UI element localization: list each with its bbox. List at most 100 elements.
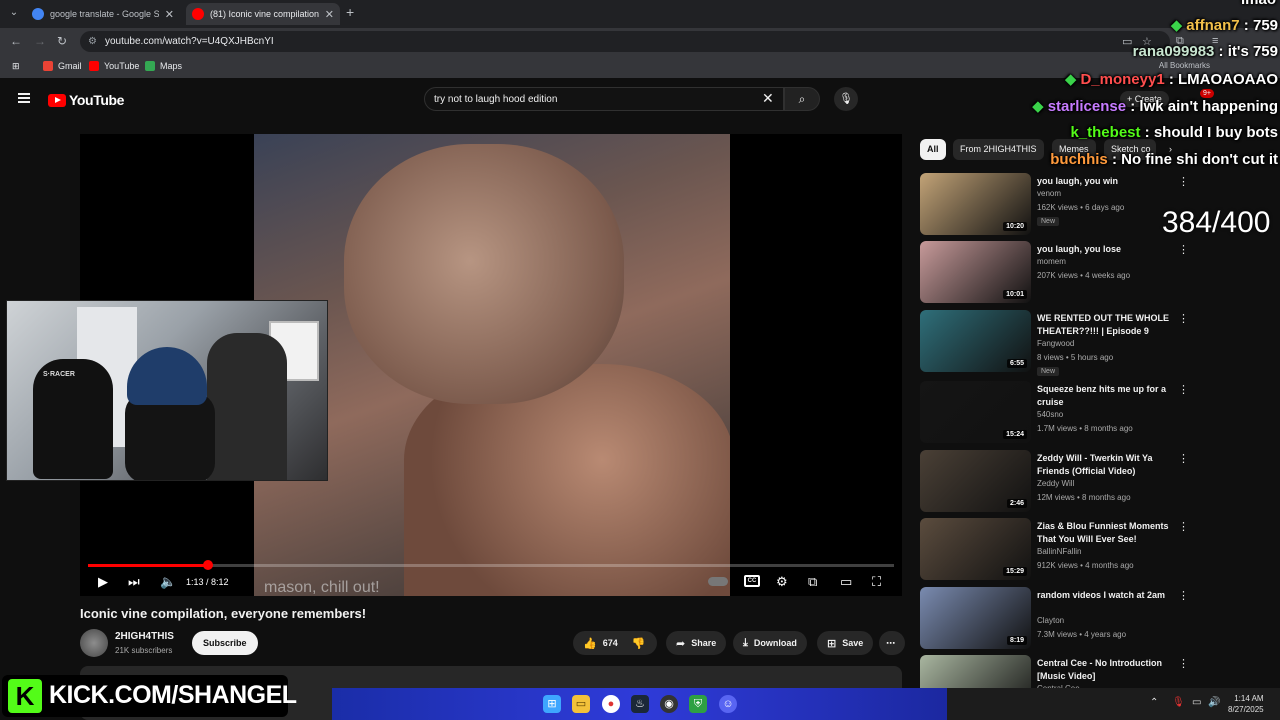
apps-icon[interactable]: ⊞: [12, 61, 20, 72]
youtube-play-icon: [48, 93, 66, 107]
video-thumbnail[interactable]: 15:24: [920, 381, 1031, 443]
save-button[interactable]: ⊞ Save: [817, 631, 874, 655]
recommended-video-title[interactable]: Zeddy Will - Twerkin Wit Ya Friends (Off…: [1037, 452, 1175, 478]
obs-icon[interactable]: ◉: [660, 695, 678, 713]
video-thumbnail[interactable]: 6:55: [920, 310, 1031, 372]
more-options-icon[interactable]: ⋮: [1178, 589, 1189, 602]
bookmark-label: Maps: [160, 61, 183, 71]
chat-message: ◆ affnan7 : 759: [1171, 16, 1278, 34]
clear-search-icon[interactable]: ✕: [762, 90, 774, 107]
subscriber-count: 21K subscribers: [115, 646, 173, 655]
speaker-icon[interactable]: 🔊: [1208, 697, 1220, 708]
channel-avatar[interactable]: [80, 629, 108, 657]
miniplayer-icon[interactable]: ⧉: [808, 574, 817, 590]
like-icon[interactable]: 👍: [583, 637, 597, 650]
more-options-icon[interactable]: ⋮: [1178, 243, 1189, 256]
tray-chevron-icon[interactable]: ⌃: [1150, 697, 1158, 708]
back-icon[interactable]: ←: [10, 34, 22, 48]
site-info-icon[interactable]: ⚙: [88, 36, 97, 47]
video-thumbnail[interactable]: 10:01: [920, 241, 1031, 303]
menu-icon[interactable]: [18, 93, 30, 103]
recommended-video-channel[interactable]: venom: [1037, 189, 1061, 198]
recommended-video-title[interactable]: you laugh, you win: [1037, 175, 1175, 188]
download-button[interactable]: ⤓ Download: [733, 631, 807, 655]
dislike-icon[interactable]: 👎: [632, 637, 646, 650]
recommended-video-title[interactable]: Zias & Blou Funniest Moments That You Wi…: [1037, 520, 1175, 546]
new-tab-icon[interactable]: +: [346, 4, 354, 20]
recommended-video-channel[interactable]: BallinNFallin: [1037, 547, 1081, 556]
recommended-video-title[interactable]: Squeeze benz hits me up for a cruise: [1037, 383, 1175, 409]
play-icon[interactable]: ▶: [98, 574, 108, 590]
network-icon[interactable]: ▭: [1192, 697, 1201, 708]
windows-start-icon[interactable]: ⊞: [543, 695, 561, 713]
recommended-video-title[interactable]: random videos I watch at 2am: [1037, 589, 1175, 602]
share-button[interactable]: ➦ Share: [666, 631, 727, 655]
close-tab-icon[interactable]: ✕: [165, 8, 174, 21]
settings-icon[interactable]: ⚙: [776, 574, 788, 590]
fullscreen-icon[interactable]: ⛶: [872, 574, 881, 590]
volume-icon[interactable]: 🔈: [160, 574, 176, 590]
autoplay-toggle[interactable]: [708, 577, 728, 586]
address-bar[interactable]: ⚙ youtube.com/watch?v=U4QXJHBcnYI: [80, 31, 1170, 52]
youtube-logo[interactable]: YouTube: [48, 92, 124, 108]
more-options-icon[interactable]: ⋮: [1178, 312, 1189, 325]
tab-search-icon[interactable]: ⌄: [6, 5, 22, 21]
microphone-icon[interactable]: 🎙: [1172, 697, 1185, 708]
recommended-video[interactable]: 15:29 Zias & Blou Funniest Moments That Y…: [920, 518, 1190, 582]
goal-counter: 384/400: [1162, 206, 1271, 239]
chip-all[interactable]: All: [920, 139, 946, 160]
progress-bar[interactable]: [88, 560, 894, 570]
video-thumbnail[interactable]: 2:46: [920, 450, 1031, 512]
close-tab-icon[interactable]: ✕: [325, 8, 334, 21]
progress-scrubber[interactable]: [203, 560, 214, 570]
chrome-icon[interactable]: ●: [602, 695, 620, 713]
channel-name[interactable]: 2HIGH4THIS: [115, 631, 174, 642]
more-options-icon[interactable]: ⋮: [1178, 452, 1189, 465]
video-thumbnail[interactable]: 10:20: [920, 173, 1031, 235]
recommended-video[interactable]: 15:24 Squeeze benz hits me up for a cruis…: [920, 381, 1190, 445]
theater-mode-icon[interactable]: ▭: [840, 574, 852, 590]
more-options-icon[interactable]: ⋮: [1178, 383, 1189, 396]
more-options-icon[interactable]: ⋮: [1178, 657, 1189, 670]
system-clock[interactable]: 1:14 AM 8/27/2025: [1228, 693, 1264, 715]
more-actions-icon[interactable]: ⋯: [879, 631, 905, 655]
recommended-video[interactable]: 6:55 WE RENTED OUT THE WHOLE THEATER??!!!…: [920, 310, 1190, 376]
bookmark-maps[interactable]: Maps: [145, 61, 182, 71]
recommended-video-channel[interactable]: Fangwood: [1037, 339, 1074, 348]
captions-icon[interactable]: CC: [744, 575, 760, 587]
forward-icon[interactable]: →: [34, 34, 46, 48]
chat-username: rana099983: [1132, 43, 1215, 60]
recommended-video-title[interactable]: Central Cee - No Introduction [Music Vid…: [1037, 657, 1175, 683]
video-thumbnail[interactable]: 8:19: [920, 587, 1031, 649]
recommended-video-title[interactable]: you laugh, you lose: [1037, 243, 1175, 256]
next-icon[interactable]: ⏭: [128, 574, 140, 590]
search-input[interactable]: try not to laugh hood edition: [424, 87, 784, 111]
file-explorer-icon[interactable]: ▭: [572, 695, 590, 713]
search-button[interactable]: ⌕: [784, 87, 820, 111]
recommended-video[interactable]: 8:19 random videos I watch at 2am Clayton 7…: [920, 587, 1190, 651]
recommended-video-channel[interactable]: momem: [1037, 257, 1066, 266]
recommended-video-title[interactable]: WE RENTED OUT THE WHOLE THEATER??!!! | E…: [1037, 312, 1175, 338]
reload-icon[interactable]: ↻: [57, 34, 67, 48]
recommended-video-channel[interactable]: Zeddy Will: [1037, 479, 1074, 488]
more-options-icon[interactable]: ⋮: [1178, 520, 1189, 533]
discord-icon[interactable]: ☺: [719, 695, 737, 713]
recommended-video-channel[interactable]: Clayton: [1037, 616, 1064, 625]
steam-icon[interactable]: ♨: [631, 695, 649, 713]
tab-youtube-video[interactable]: (81) Iconic vine compilation, ev ✕: [186, 3, 340, 25]
chat-message: rana099983 : it's 759: [1133, 43, 1278, 60]
more-options-icon[interactable]: ⋮: [1178, 175, 1189, 188]
video-thumbnail[interactable]: 15:29: [920, 518, 1031, 580]
bookmark-gmail[interactable]: Gmail: [43, 61, 82, 71]
time-display: 1:13 / 8:12: [186, 577, 229, 587]
recommended-video-channel[interactable]: 540sno: [1037, 410, 1063, 419]
recommended-video[interactable]: 10:01 you laugh, you lose momem 207K views …: [920, 241, 1190, 305]
bookmark-youtube[interactable]: YouTube: [89, 61, 139, 71]
like-dislike-button[interactable]: 👍 674 👎: [573, 631, 657, 655]
security-shield-icon[interactable]: ⛨: [689, 695, 707, 713]
voice-search-icon[interactable]: 🎙: [834, 87, 858, 111]
subscribe-button[interactable]: Subscribe: [192, 631, 258, 655]
recommended-video[interactable]: 10:20 you laugh, you win venom 162K views •…: [920, 173, 1190, 237]
tab-google-translate[interactable]: google translate - Google Sear ✕: [26, 3, 180, 25]
recommended-video[interactable]: 2:46 Zeddy Will - Twerkin Wit Ya Friends …: [920, 450, 1190, 514]
